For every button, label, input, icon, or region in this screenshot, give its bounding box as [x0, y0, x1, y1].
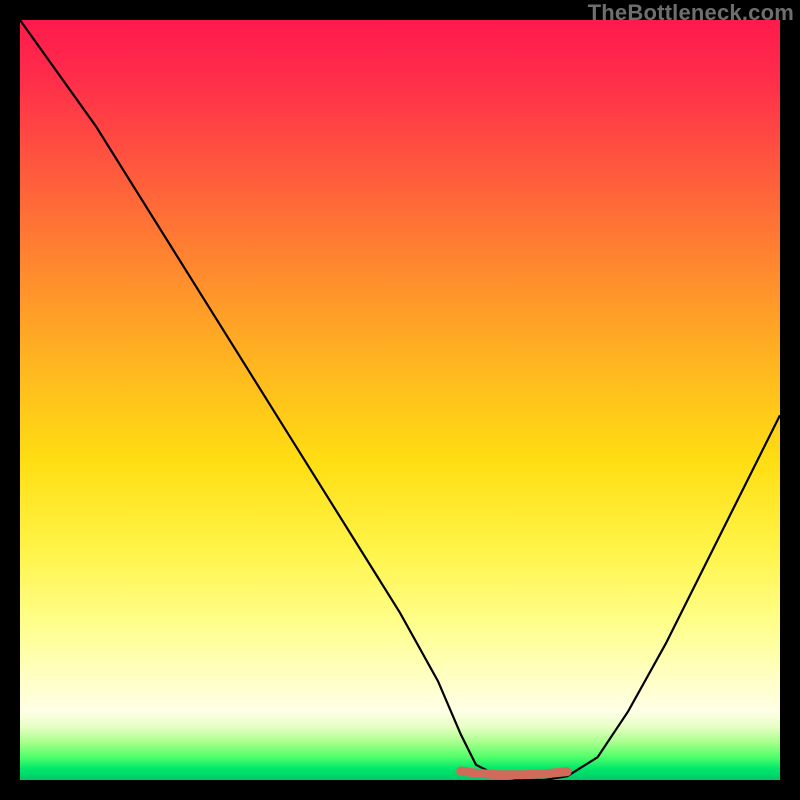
plot-area [20, 20, 780, 780]
bottleneck-curve [20, 20, 780, 780]
curve-layer [20, 20, 780, 780]
optimal-band-marker-path [461, 771, 567, 775]
chart-frame: TheBottleneck.com [0, 0, 800, 800]
bottleneck-curve-path [20, 20, 780, 780]
optimal-band-marker [461, 771, 567, 775]
watermark-text: TheBottleneck.com [588, 0, 794, 26]
